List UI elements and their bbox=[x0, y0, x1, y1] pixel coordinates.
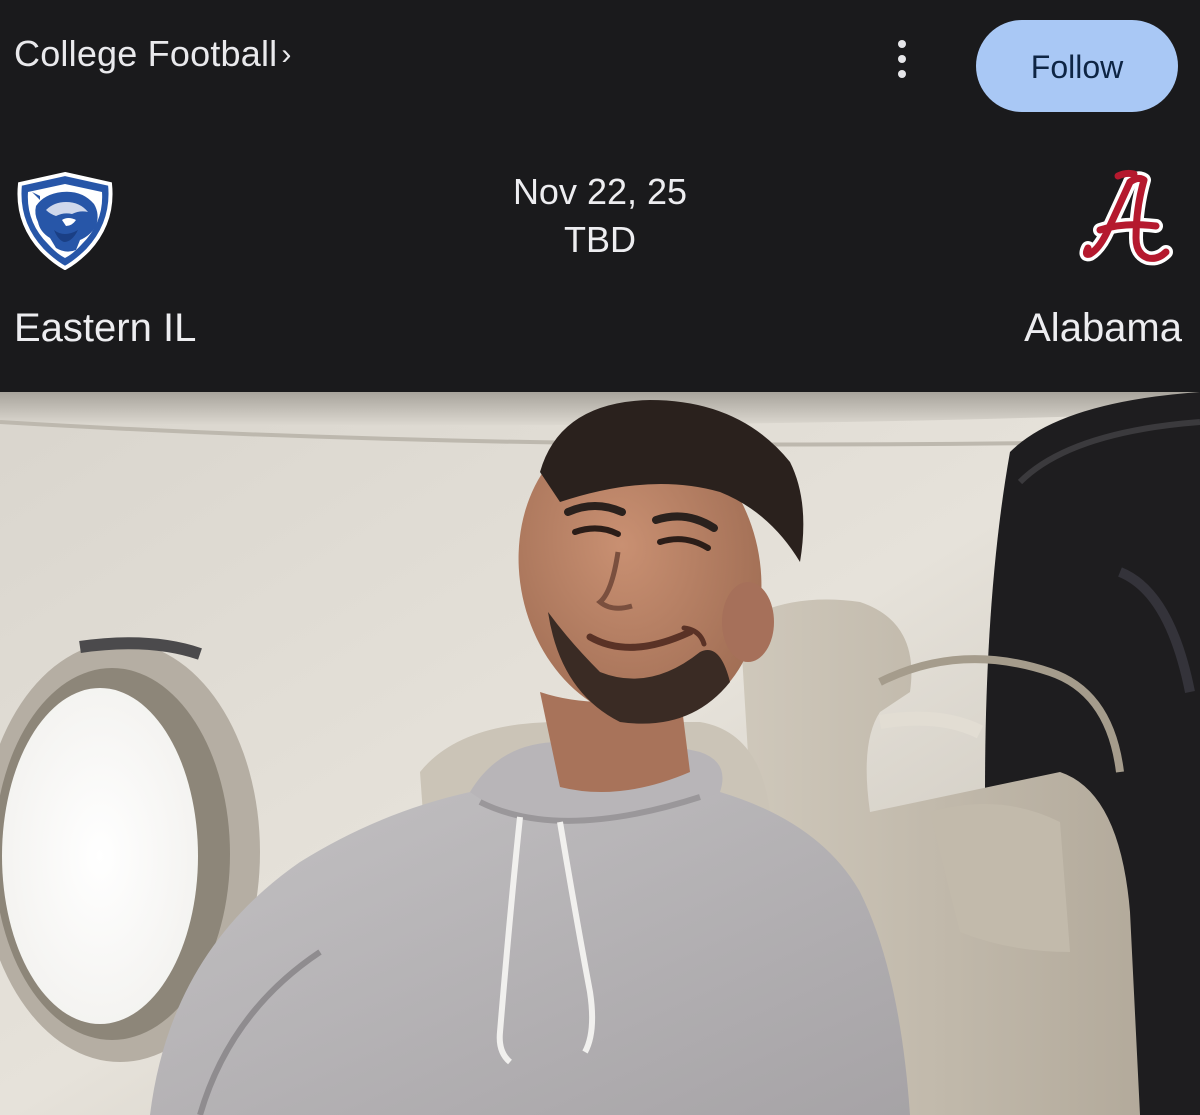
alabama-logo[interactable] bbox=[1078, 168, 1188, 272]
eastern-il-logo[interactable] bbox=[10, 170, 120, 271]
more-vert-icon-dot bbox=[898, 55, 906, 63]
meme-photo bbox=[0, 392, 1200, 1115]
script-a-icon bbox=[1079, 169, 1173, 266]
airplane-cabin-image bbox=[0, 392, 1200, 1115]
more-vert-icon-dot bbox=[898, 70, 906, 78]
league-label: College Football bbox=[14, 33, 278, 74]
game-card: College Football› Follow Nov 22, 25 TBD bbox=[0, 0, 1200, 392]
page: College Football› Follow Nov 22, 25 TBD bbox=[0, 0, 1200, 1115]
more-options-button[interactable] bbox=[884, 38, 920, 80]
follow-button[interactable]: Follow bbox=[976, 20, 1178, 112]
chevron-right-icon: › bbox=[281, 38, 292, 71]
home-team-name[interactable]: Eastern IL bbox=[14, 304, 196, 352]
match-time: TBD bbox=[564, 219, 636, 260]
league-link[interactable]: College Football › bbox=[14, 32, 292, 77]
panther-shield-icon bbox=[17, 171, 113, 271]
match-date: Nov 22, 25 bbox=[512, 171, 688, 212]
more-vert-icon-dot bbox=[898, 40, 906, 48]
away-team-name[interactable]: Alabama bbox=[1024, 304, 1182, 352]
